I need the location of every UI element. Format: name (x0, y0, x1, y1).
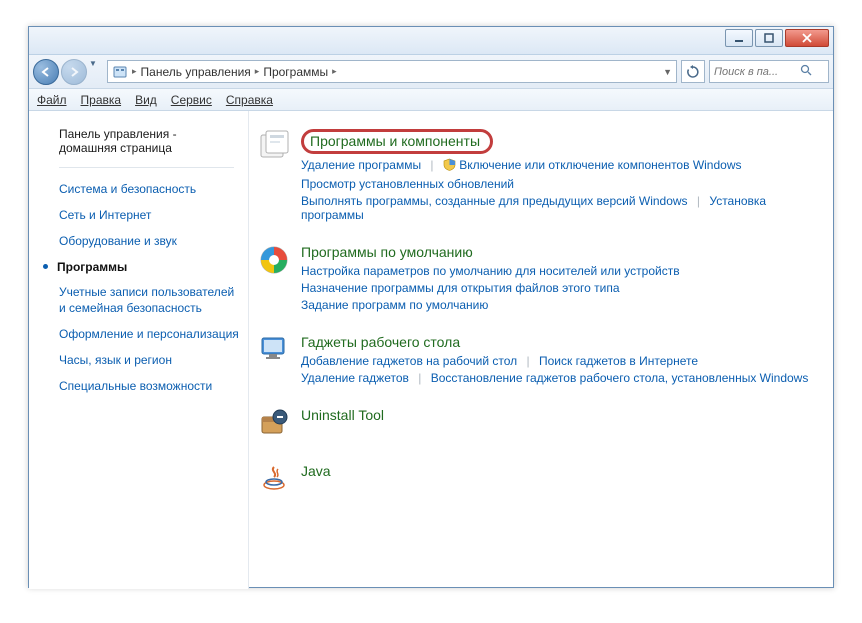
sidebar-home-line1: Панель управления - (59, 127, 177, 141)
menu-edit[interactable]: Правка (81, 93, 122, 107)
address-bar[interactable]: ▸ Панель управления ▸ Программы ▸ ▼ (107, 60, 677, 83)
sidebar-item-programs[interactable]: Программы (29, 255, 248, 279)
control-panel-icon (112, 64, 128, 80)
search-icon (800, 64, 812, 79)
link-restore-gadgets[interactable]: Восстановление гаджетов рабочего стола, … (431, 371, 809, 385)
sidebar-home[interactable]: Панель управления - домашняя страница (29, 123, 248, 165)
gadgets-icon (257, 334, 291, 368)
menu-view[interactable]: Вид (135, 93, 157, 107)
link-view-updates[interactable]: Просмотр установленных обновлений (301, 177, 514, 191)
chevron-right-icon: ▸ (132, 66, 137, 77)
arrow-right-icon (68, 66, 80, 78)
menu-tools[interactable]: Сервис (171, 93, 212, 107)
programs-features-icon (257, 129, 291, 163)
close-icon (801, 33, 813, 43)
separator: | (697, 194, 700, 208)
default-programs-icon (257, 244, 291, 278)
section-title-programs-features[interactable]: Программы и компоненты (310, 133, 480, 149)
sidebar-item-network-internet[interactable]: Сеть и Интернет (29, 202, 248, 228)
sidebar-item-appearance[interactable]: Оформление и персонализация (29, 321, 248, 347)
link-uninstall-program[interactable]: Удаление программы (301, 158, 421, 172)
section-uninstall-tool: Uninstall Tool (257, 407, 815, 441)
separator: | (430, 158, 433, 172)
section-default-programs: Программы по умолчанию Настройка парамет… (257, 244, 815, 312)
sidebar-item-accessibility[interactable]: Специальные возможности (29, 373, 248, 399)
minimize-button[interactable] (725, 29, 753, 47)
link-add-gadgets[interactable]: Добавление гаджетов на рабочий стол (301, 354, 517, 368)
separator: | (418, 371, 421, 385)
back-button[interactable] (33, 59, 59, 85)
sidebar-item-user-accounts[interactable]: Учетные записи пользователей и семейная … (29, 279, 248, 321)
java-icon (257, 463, 291, 497)
maximize-icon (764, 33, 774, 43)
arrow-left-icon (40, 66, 52, 78)
menu-help[interactable]: Справка (226, 93, 273, 107)
content: Программы и компоненты Удаление программ… (249, 111, 833, 589)
nav-buttons: ▼ (33, 59, 103, 85)
section-desktop-gadgets: Гаджеты рабочего стола Добавление гаджет… (257, 334, 815, 385)
chevron-right-icon: ▸ (332, 66, 337, 77)
minimize-icon (734, 33, 744, 43)
section-title-gadgets[interactable]: Гаджеты рабочего стола (301, 334, 460, 350)
search-box[interactable] (709, 60, 829, 83)
breadcrumb-control-panel[interactable]: Панель управления (141, 65, 251, 79)
link-remove-gadgets[interactable]: Удаление гаджетов (301, 371, 409, 385)
search-input[interactable] (714, 66, 796, 78)
link-compat-programs[interactable]: Выполнять программы, созданные для преды… (301, 194, 688, 208)
menubar: Файл Правка Вид Сервис Справка (29, 89, 833, 111)
section-title-default-programs[interactable]: Программы по умолчанию (301, 244, 473, 260)
sidebar-home-line2: домашняя страница (59, 141, 172, 155)
refresh-button[interactable] (681, 60, 705, 83)
section-java: Java (257, 463, 815, 497)
uac-shield-icon (443, 158, 456, 174)
divider (59, 167, 234, 168)
link-autoplay-settings[interactable]: Настройка параметров по умолчанию для но… (301, 264, 680, 278)
menu-file[interactable]: Файл (37, 93, 67, 107)
close-button[interactable] (785, 29, 829, 47)
sidebar-item-hardware-sound[interactable]: Оборудование и звук (29, 228, 248, 254)
sidebar-item-system-security[interactable]: Система и безопасность (29, 176, 248, 202)
forward-button[interactable] (61, 59, 87, 85)
control-panel-window: ▼ ▸ Панель управления ▸ Программы ▸ ▼ Фа… (28, 26, 834, 588)
link-windows-features[interactable]: Включение или отключение компонентов Win… (459, 158, 741, 172)
separator: | (527, 354, 530, 368)
link-find-gadgets[interactable]: Поиск гаджетов в Интернете (539, 354, 698, 368)
sidebar-item-clock-language[interactable]: Часы, язык и регион (29, 347, 248, 373)
sidebar: Панель управления - домашняя страница Си… (29, 111, 249, 589)
body: Панель управления - домашняя страница Си… (29, 111, 833, 589)
uninstall-tool-icon (257, 407, 291, 441)
titlebar (29, 27, 833, 55)
navbar: ▼ ▸ Панель управления ▸ Программы ▸ ▼ (29, 55, 833, 89)
maximize-button[interactable] (755, 29, 783, 47)
link-set-defaults[interactable]: Задание программ по умолчанию (301, 298, 488, 312)
section-title-uninstall-tool[interactable]: Uninstall Tool (301, 407, 384, 423)
nav-history-dropdown[interactable]: ▼ (89, 59, 103, 85)
chevron-right-icon: ▸ (255, 66, 260, 77)
section-title-java[interactable]: Java (301, 463, 331, 479)
refresh-icon (686, 65, 700, 79)
address-dropdown-icon[interactable]: ▼ (663, 67, 672, 77)
link-file-associations[interactable]: Назначение программы для открытия файлов… (301, 281, 620, 295)
annotation-highlight: Программы и компоненты (301, 129, 493, 154)
breadcrumb-programs[interactable]: Программы (263, 65, 328, 79)
section-programs-features: Программы и компоненты Удаление программ… (257, 129, 815, 222)
